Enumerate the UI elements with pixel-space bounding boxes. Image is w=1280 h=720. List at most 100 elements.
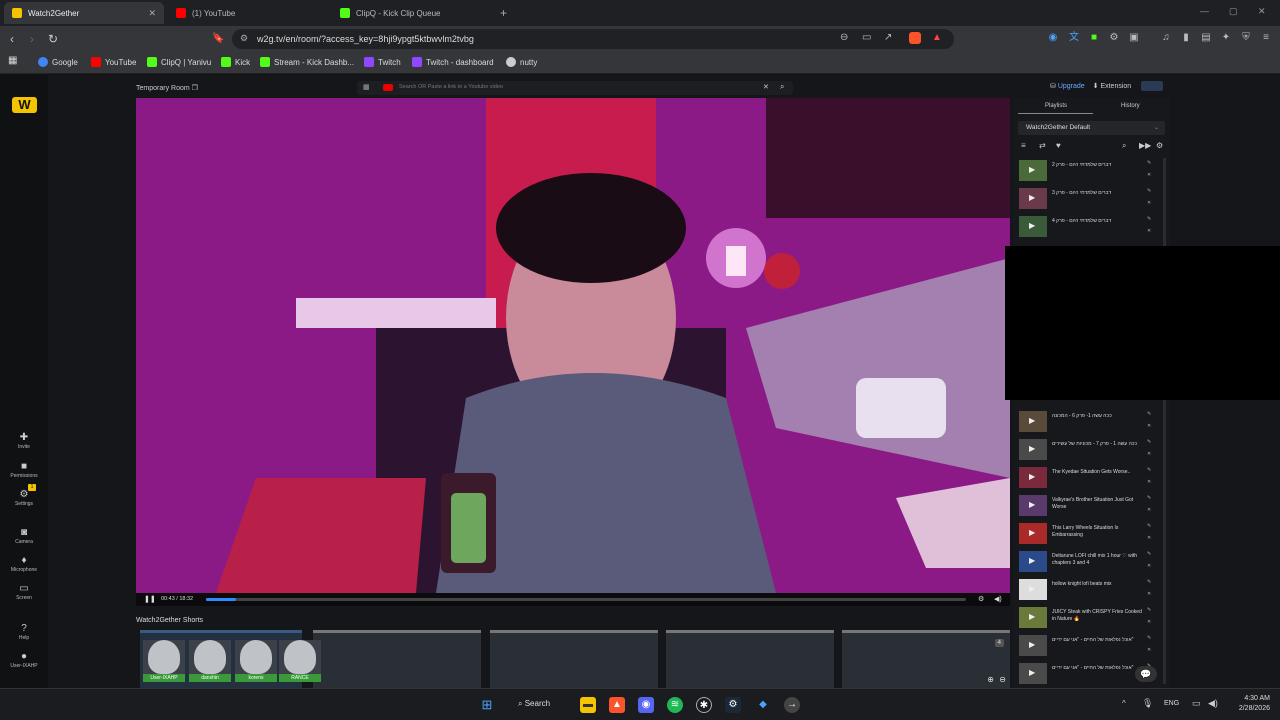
list-item[interactable]: דברים שלמדתי היום - פרק 4 ✎ ✕ [1019, 215, 1159, 239]
seek-bar[interactable] [206, 598, 966, 601]
remove-icon[interactable]: ✕ [1147, 507, 1151, 513]
bookmark-google[interactable]: Google [38, 57, 78, 67]
back-button[interactable]: ‹ [10, 32, 14, 46]
playlist-select[interactable]: Watch2Gether Default ⌄ [1018, 121, 1165, 135]
edit-icon[interactable]: ✎ [1147, 607, 1151, 613]
bookmark-youtube[interactable]: YouTube [91, 57, 136, 67]
microphone-button[interactable]: ♦ Microphone [4, 555, 44, 573]
tray-chevron-icon[interactable]: ^ [1122, 699, 1126, 708]
close-icon[interactable]: ✕ [148, 8, 156, 19]
edit-icon[interactable]: ✎ [1147, 411, 1151, 417]
wallet-icon[interactable]: ▤ [1199, 31, 1213, 45]
microphone-icon[interactable]: 🎙 [1142, 698, 1153, 709]
chat-icon[interactable]: 💬 [1135, 666, 1157, 682]
list-item[interactable]: hollow knight lofi beats mix ✎ ✕ [1019, 578, 1159, 602]
bookmark-kick[interactable]: Kick [221, 57, 250, 67]
bookmark-icon[interactable]: 🔖 [212, 32, 224, 46]
bookmark-twitch[interactable]: Twitch [364, 57, 401, 67]
brave-shields-icon[interactable] [909, 32, 921, 44]
brave-rewards-icon[interactable]: ▲ [932, 32, 942, 43]
search-input[interactable]: Search OR Paste a link to a Youtube vide… [399, 84, 503, 90]
clear-icon[interactable]: ✕ [763, 83, 769, 91]
list-item[interactable]: ככה עשה 1 - פרק 7 - מכוניות של עשירים ✎ ✕ [1019, 438, 1159, 462]
volume-icon[interactable]: ◀) [1208, 698, 1218, 709]
maximize-button[interactable]: ▢ [1229, 6, 1238, 17]
list-item[interactable]: JUICY Steak with CRISPY Fries Cooked in … [1019, 606, 1159, 630]
minimize-button[interactable]: — [1200, 6, 1209, 16]
edit-icon[interactable]: ✎ [1147, 579, 1151, 585]
scrollbar[interactable] [1163, 158, 1166, 684]
bookmark-clipq[interactable]: ClipQ | Yanivu [147, 57, 211, 67]
share-icon[interactable]: ↗ [884, 32, 892, 43]
window-close-button[interactable]: ✕ [1258, 6, 1266, 17]
copy-icon[interactable]: ❐ [192, 85, 198, 92]
edit-icon[interactable]: ✎ [1147, 523, 1151, 529]
remove-icon[interactable]: ✕ [1147, 591, 1151, 597]
user-tile[interactable]: korens [235, 640, 277, 682]
taskbar-search[interactable]: ⌕ Search [518, 699, 550, 709]
edit-icon[interactable]: ✎ [1147, 160, 1151, 166]
edit-icon[interactable]: ✎ [1147, 188, 1151, 194]
extension-link[interactable]: ⬇ Extension [1093, 83, 1132, 90]
windows-start-icon[interactable]: ⊞ [479, 697, 495, 713]
remove-icon[interactable]: ✕ [1147, 619, 1151, 625]
room-title[interactable]: Temporary Room ❐ [136, 84, 198, 92]
volume-icon[interactable]: ◀) [994, 595, 1002, 603]
search-icon[interactable]: ⌕ [1122, 141, 1126, 151]
edit-icon[interactable]: ✎ [1147, 439, 1151, 445]
permissions-button[interactable]: ■ Permissions [4, 461, 44, 479]
list-icon[interactable]: ≡ [1021, 141, 1026, 150]
list-item[interactable]: אוכל נפלאות של החיים - "אני עם ידיים" ✎ ✕ [1019, 634, 1159, 658]
kick-extension-icon[interactable]: ■ [1087, 31, 1101, 45]
edit-icon[interactable]: ✎ [1147, 551, 1151, 557]
short-card[interactable] [666, 630, 834, 688]
tab-youtube[interactable]: (1) YouTube [168, 2, 328, 24]
extension-icon[interactable]: ⚙ [1107, 31, 1121, 45]
video-search-bar[interactable]: ▦ Search OR Paste a link to a Youtube vi… [357, 81, 793, 95]
site-info-icon[interactable]: ⚙ [240, 33, 248, 44]
edit-icon[interactable]: ✎ [1147, 467, 1151, 473]
heart-icon[interactable]: ♥ [1056, 141, 1061, 150]
new-tab-button[interactable]: + [500, 6, 507, 20]
list-item[interactable]: The Kyedae Situation Gets Worse.. ✎ ✕ [1019, 466, 1159, 490]
list-item[interactable]: דברים שלמדתי היום - פרק 3 ✎ ✕ [1019, 187, 1159, 211]
upgrade-link[interactable]: ⛁ Upgrade [1050, 83, 1085, 90]
short-card[interactable] [313, 630, 481, 688]
screen-button[interactable]: ▭ Screen [4, 583, 44, 601]
app-icon[interactable]: → [784, 697, 800, 713]
sidebar-icon[interactable]: ▮ [1179, 31, 1193, 45]
tab-playlists[interactable]: Playlists [1045, 103, 1067, 109]
steam-icon[interactable]: ⚙ [725, 697, 741, 713]
short-card[interactable]: 4 ⊕ ⊖ [842, 630, 1010, 688]
translate-icon[interactable]: 文 [1067, 31, 1081, 45]
tab-history[interactable]: History [1121, 103, 1140, 109]
media-icon[interactable]: ♫ [1159, 31, 1173, 45]
user-tile[interactable]: danshin [189, 640, 231, 682]
user-tile[interactable]: User-IXAHP [143, 640, 185, 682]
tab-watch2gether[interactable]: Watch2Gether ✕ [4, 2, 164, 24]
remove-icon[interactable]: ✕ [1147, 647, 1151, 653]
discord-icon[interactable]: ◉ [638, 697, 654, 713]
reload-button[interactable]: ↻ [48, 32, 58, 46]
extension-icon[interactable]: ▣ [1127, 31, 1141, 45]
cast-icon[interactable]: ▭ [862, 32, 871, 43]
shuffle-icon[interactable]: ⇄ [1039, 141, 1046, 150]
list-item[interactable]: Valkyrae's Brother Situation Just Got Wo… [1019, 494, 1159, 518]
grid-icon[interactable]: ▦ [363, 83, 370, 91]
app-icon[interactable]: ◆ [755, 697, 771, 713]
list-item[interactable]: דברים שלמדתי היום - פרק 2 ✎ ✕ [1019, 159, 1159, 183]
edit-icon[interactable]: ✎ [1147, 635, 1151, 641]
remove-icon[interactable]: ✕ [1147, 563, 1151, 569]
language-indicator[interactable]: ENG [1164, 700, 1179, 707]
list-item[interactable]: ככה עשה 1- פרק 6 - המכונה ✎ ✕ [1019, 410, 1159, 434]
bookmark-twitch-dashboard[interactable]: Twitch - dashboard [412, 57, 494, 67]
brave-icon[interactable]: ▲ [609, 697, 625, 713]
remove-icon[interactable]: ✕ [1147, 228, 1151, 234]
apps-icon[interactable]: ▦ [8, 55, 17, 66]
forward-button[interactable]: › [30, 32, 34, 46]
remove-icon[interactable]: ✕ [1147, 535, 1151, 541]
edit-icon[interactable]: ✎ [1147, 495, 1151, 501]
settings-icon[interactable]: ⚙ [978, 595, 984, 603]
skip-icon[interactable]: ▶▶ [1139, 141, 1151, 150]
user-tile[interactable]: RANCE [279, 640, 321, 682]
